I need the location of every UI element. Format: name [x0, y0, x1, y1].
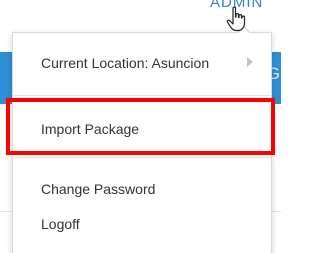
menu-item-logoff[interactable]: Logoff	[13, 209, 271, 239]
menu-divider	[13, 95, 271, 96]
hand-pointer-icon	[226, 6, 246, 32]
highlight-box	[6, 98, 275, 155]
menu-item-label: Logoff	[41, 216, 80, 232]
menu-item-current-location[interactable]: Current Location: Asuncion	[13, 48, 271, 78]
menu-divider	[13, 157, 271, 158]
menu-item-label: Change Password	[41, 181, 156, 197]
menu-item-change-password[interactable]: Change Password	[13, 174, 271, 204]
menu-item-label: Current Location: Asuncion	[41, 55, 210, 71]
page: ADMIN G Current Location: Asuncion Impor…	[0, 0, 281, 253]
chevron-right-icon	[247, 57, 253, 67]
